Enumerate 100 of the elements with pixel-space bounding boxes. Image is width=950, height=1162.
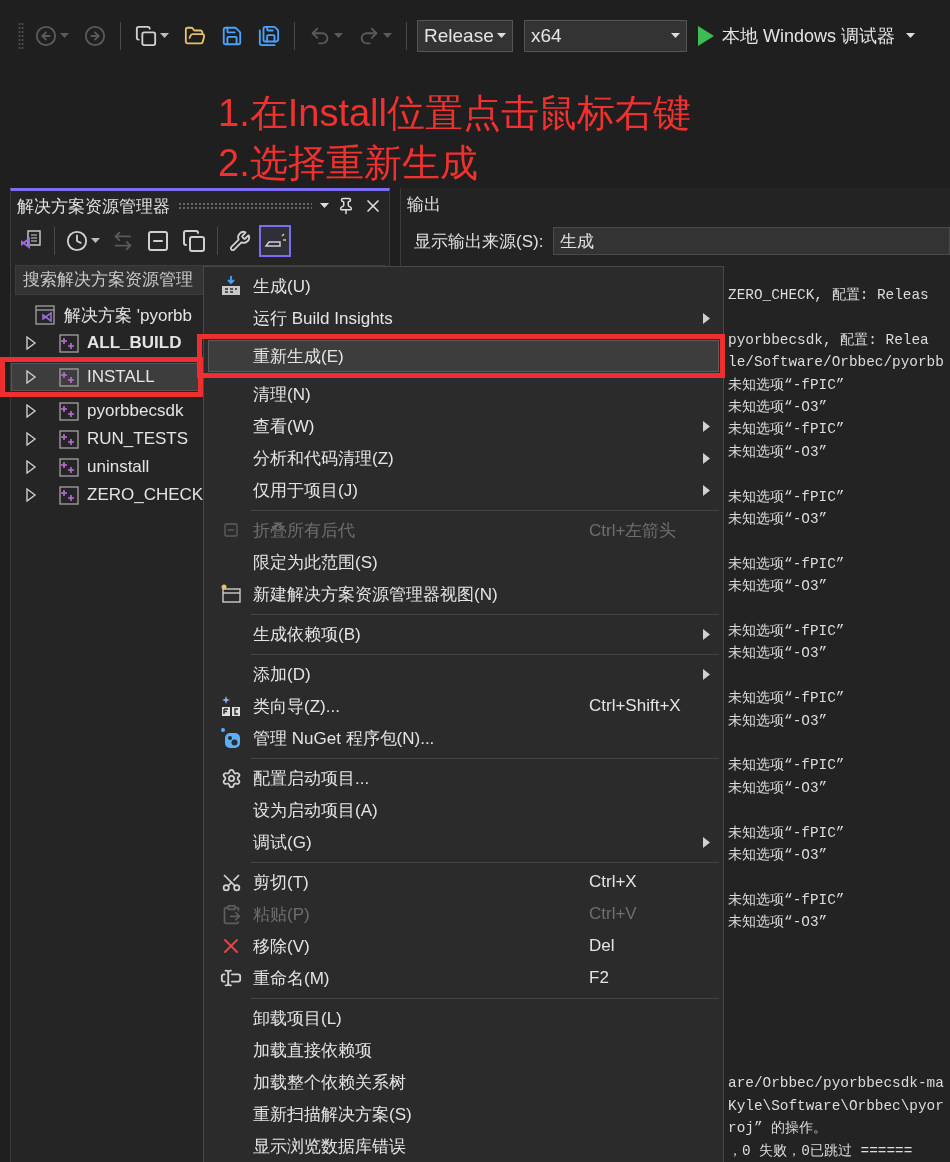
menu-item[interactable]: 重命名(M) F2: [208, 962, 719, 994]
project-label: INSTALL: [87, 367, 155, 387]
pin-icon: [337, 197, 355, 215]
source-dropdown[interactable]: 生成: [553, 227, 950, 255]
menu-item[interactable]: 添加(D): [208, 658, 719, 690]
menu-item[interactable]: 管理 NuGet 程序包(N)...: [208, 722, 719, 754]
undo-icon: [309, 25, 331, 47]
project-label: ALL_BUILD: [87, 333, 182, 353]
collapsed-arrow-icon: [25, 404, 37, 418]
output-line: 未知选项“-O3”: [728, 846, 829, 866]
submenu-arrow-icon: [703, 628, 710, 640]
menu-item[interactable]: 配置启动项目...: [208, 762, 719, 794]
output-line: Kyle\Software\Orbbec\pyor: [728, 1096, 945, 1116]
menu-item[interactable]: 设为启动项目(A): [208, 794, 719, 826]
redo-icon: [358, 25, 380, 47]
submenu-arrow-icon: [703, 668, 710, 680]
project-label: ZERO_CHECK: [87, 485, 204, 505]
project-icon: [59, 367, 79, 387]
grip-icon: [18, 22, 24, 50]
submenu-arrow-icon: [703, 452, 710, 464]
output-line: 未知选项“-O3”: [728, 398, 829, 417]
rename-icon: [220, 967, 242, 989]
menu-item[interactable]: 重新生成(E): [208, 340, 719, 372]
output-line: 未知选项“-O3”: [728, 577, 829, 597]
collapse-icon: [223, 522, 239, 538]
caret-icon: [906, 33, 916, 39]
save-icon: [221, 25, 243, 47]
menu-item[interactable]: 仅用于项目(J): [208, 474, 719, 506]
menu-item[interactable]: 运行 Build Insights: [208, 302, 719, 334]
solution-icon: [34, 304, 56, 326]
submenu-arrow-icon: [703, 420, 710, 432]
nuget-icon: [220, 727, 242, 749]
caret-icon: [160, 33, 169, 39]
instruction-text: 2.选择重新生成: [218, 141, 479, 186]
menu-item[interactable]: 新建解决方案资源管理器视图(N): [208, 578, 719, 610]
wrench-icon: [229, 230, 251, 252]
output-line: le/Software/Orbbec/pyorbb: [728, 353, 945, 373]
output-line: 未知选项“-fPIC”: [728, 823, 846, 843]
menu-item[interactable]: 加载直接依赖项: [208, 1034, 719, 1066]
instruction-text: 1.在Install位置点击鼠标右键: [218, 91, 692, 136]
project-label: uninstall: [87, 457, 150, 477]
new-window-icon: [220, 584, 242, 604]
preview-button[interactable]: [259, 225, 291, 257]
submenu-arrow-icon: [703, 312, 710, 324]
sync-icon: [112, 230, 134, 252]
class-wizard-icon: [221, 695, 241, 717]
caret-icon: [91, 238, 100, 244]
build-icon: [220, 275, 242, 297]
panel-title: 输出: [407, 194, 441, 216]
platform-dropdown[interactable]: x64: [524, 20, 687, 52]
new-item-icon: [135, 25, 157, 47]
start-debugger-button[interactable]: 本地 Windows 调试器: [694, 24, 900, 48]
menu-item[interactable]: 调试(G): [208, 826, 719, 858]
caret-icon: [497, 33, 506, 39]
menu-item[interactable]: 移除(V) Del: [208, 930, 719, 962]
project-icon: [59, 401, 79, 421]
menu-item[interactable]: 剪切(T) Ctrl+X: [208, 866, 719, 898]
collapsed-arrow-icon: [25, 432, 37, 446]
output-line: 未知选项“-fPIC”: [728, 622, 846, 642]
caret-icon: [383, 33, 392, 39]
output-line: ，0 失败，0已跳过 ======: [728, 1141, 914, 1161]
project-label: RUN_TESTS: [87, 429, 189, 449]
output-line: 未知选项“-fPIC”: [728, 756, 846, 776]
output-line: roj” 的操作。: [728, 1119, 829, 1139]
collapsed-arrow-icon: [25, 336, 37, 350]
project-label: pyorbbecsdk: [87, 401, 184, 421]
submenu-arrow-icon: [703, 836, 710, 848]
output-line: 未知选项“-O3”: [728, 711, 829, 731]
output-line: pyorbbecsdk, 配置: Relea: [728, 330, 930, 350]
project-icon: [59, 333, 79, 353]
project-icon: [59, 429, 79, 449]
menu-item[interactable]: 卸载项目(L): [208, 1002, 719, 1034]
configuration-dropdown[interactable]: Release: [417, 20, 513, 52]
project-icon: [59, 485, 79, 505]
settings-icon: [220, 767, 242, 789]
caret-icon: [320, 203, 329, 209]
panel-title: 解决方案资源管理器: [17, 195, 170, 218]
forward-icon: [84, 25, 106, 47]
output-line: 未知选项“-fPIC”: [728, 554, 846, 574]
output-line: 未知选项“-O3”: [728, 510, 829, 530]
menu-item[interactable]: 生成依赖项(B): [208, 618, 719, 650]
output-line: 未知选项“-O3”: [728, 778, 829, 798]
folder-icon: [184, 25, 206, 47]
output-line: 未知选项“-O3”: [728, 442, 829, 462]
menu-item[interactable]: 加载整个依赖关系树: [208, 1066, 719, 1098]
menu-item[interactable]: 类向导(Z)... Ctrl+Shift+X: [208, 690, 719, 722]
pages-icon: [182, 229, 206, 253]
back-icon: [35, 25, 57, 47]
menu-item[interactable]: 查看(W): [208, 410, 719, 442]
menu-item[interactable]: 限定为此范围(S): [208, 546, 719, 578]
menu-item[interactable]: 重新扫描解决方案(S): [208, 1098, 719, 1130]
play-icon: [698, 26, 714, 46]
caret-icon: [671, 33, 680, 39]
menu-item[interactable]: 显示浏览数据库错误: [208, 1130, 719, 1162]
menu-item[interactable]: 分析和代码清理(Z): [208, 442, 719, 474]
output-line: 未知选项“-fPIC”: [728, 689, 846, 709]
project-icon: [59, 457, 79, 477]
clock-icon: [66, 230, 88, 252]
caret-icon: [60, 33, 69, 39]
solution-label[interactable]: 解决方案 'pyorbb: [64, 303, 192, 327]
